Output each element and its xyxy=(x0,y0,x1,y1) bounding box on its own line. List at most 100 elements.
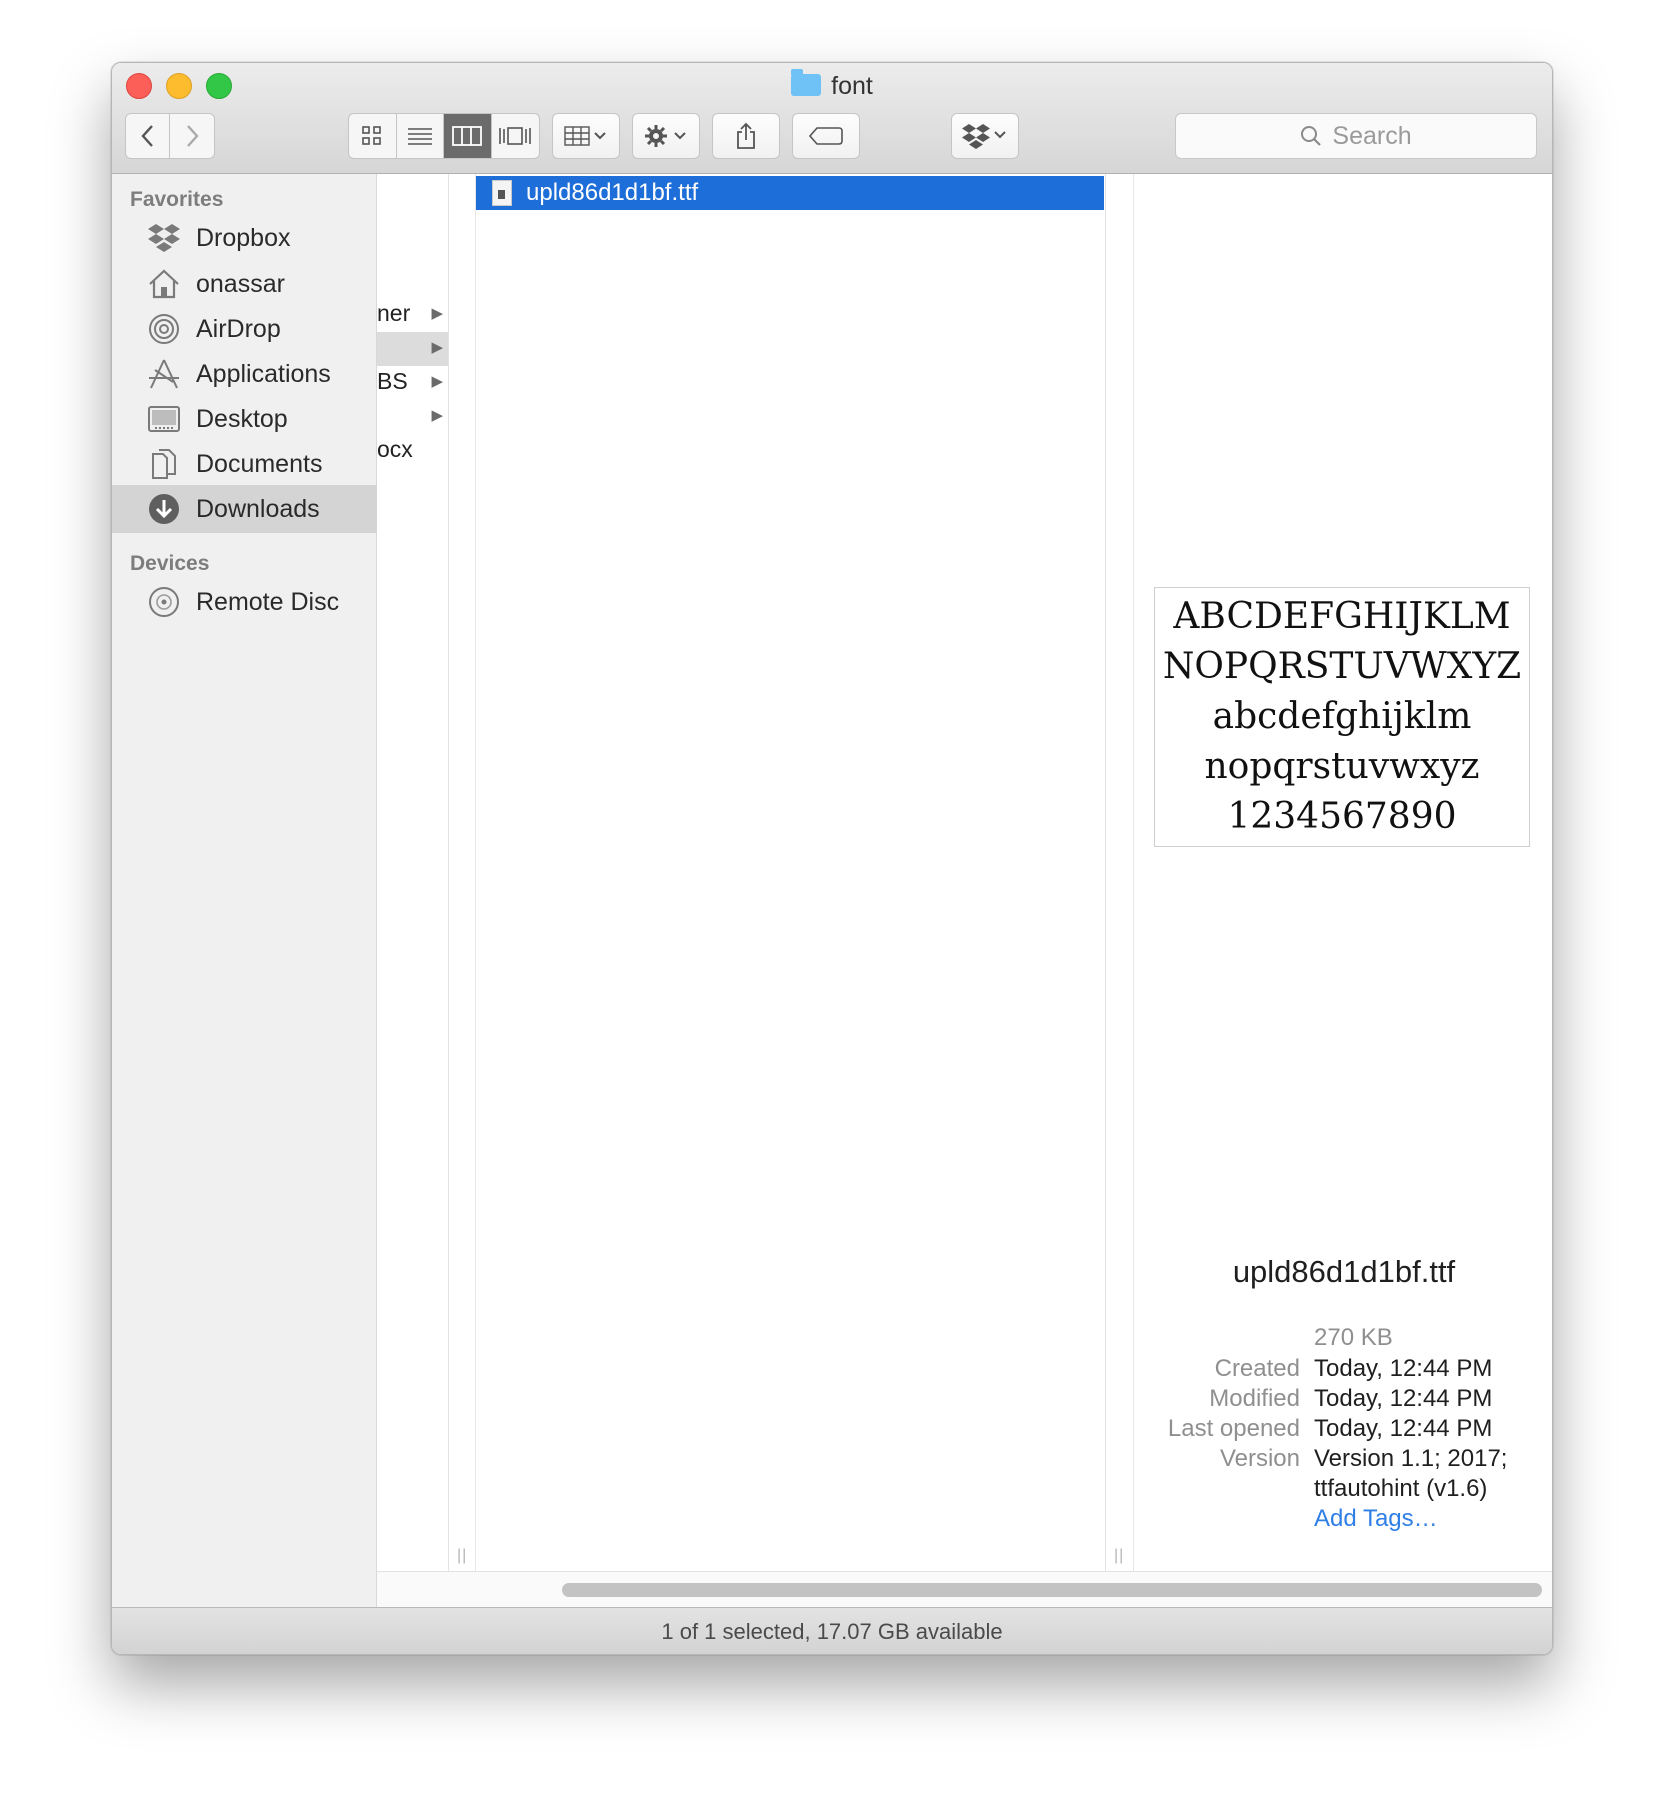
column-view-icon xyxy=(452,126,483,146)
window-title: font xyxy=(112,69,1552,103)
sidebar-item-label: onassar xyxy=(196,269,285,298)
forward-button[interactable] xyxy=(170,114,214,158)
icon-view-icon xyxy=(362,126,382,145)
disclosure-arrow-icon: ▶ xyxy=(431,373,443,390)
navigation-buttons xyxy=(125,113,215,159)
file-size: 270 KB xyxy=(1314,1324,1393,1351)
list-item[interactable]: BS ▶ xyxy=(377,366,448,400)
sidebar-item-documents[interactable]: Documents xyxy=(112,440,377,488)
meta-size: 270 KB xyxy=(1134,1324,1552,1358)
documents-icon xyxy=(146,446,182,482)
column-view-button[interactable] xyxy=(444,114,492,158)
sidebar-item-onassar[interactable]: onassar xyxy=(112,260,377,308)
status-text: 1 of 1 selected, 17.07 GB available xyxy=(661,1619,1003,1644)
file-column: upld86d1d1bf.ttf xyxy=(476,174,1106,1571)
sidebar-item-remote-disc[interactable]: Remote Disc xyxy=(112,578,377,626)
sidebar-item-downloads[interactable]: Downloads xyxy=(112,485,377,533)
file-row-selected[interactable]: upld86d1d1bf.ttf xyxy=(476,176,1104,210)
tag-icon xyxy=(809,127,843,145)
back-button[interactable] xyxy=(126,114,171,158)
sidebar-item-applications[interactable]: Applications xyxy=(112,350,377,398)
disc-icon xyxy=(146,584,182,620)
airdrop-icon xyxy=(146,311,182,347)
parent-column: ner ▶ ▶ BS ▶ ▶ ocx xyxy=(377,174,449,1571)
sidebar-item-label: Desktop xyxy=(196,404,288,433)
folder-icon xyxy=(791,69,822,96)
list-view-icon xyxy=(407,128,432,145)
gear-icon xyxy=(645,125,686,147)
cover-flow-icon xyxy=(499,127,532,145)
last-opened-value: Today, 12:44 PM xyxy=(1314,1415,1493,1442)
meta-modified: Modified Today, 12:44 PM xyxy=(1134,1385,1552,1419)
disclosure-arrow-icon: ▶ xyxy=(431,305,443,322)
meta-last-opened: Last opened Today, 12:44 PM xyxy=(1134,1415,1552,1449)
add-tags-link[interactable]: Add Tags… xyxy=(1314,1505,1438,1533)
favorites-header: Favorites xyxy=(130,188,224,211)
window-title-label: font xyxy=(831,71,873,100)
version-value: Version 1.1; 2017; xyxy=(1314,1445,1508,1472)
applications-icon xyxy=(146,356,182,392)
sidebar-item-label: Documents xyxy=(196,449,323,478)
search-icon xyxy=(1301,126,1322,146)
list-item[interactable]: ocx xyxy=(377,434,448,468)
file-name: upld86d1d1bf.ttf xyxy=(526,179,699,206)
column-divider[interactable]: || xyxy=(449,174,476,1571)
desktop-icon xyxy=(146,401,182,437)
sidebar-item-airdrop[interactable]: AirDrop xyxy=(112,305,377,353)
sidebar-item-desktop[interactable]: Desktop xyxy=(112,395,377,443)
list-view-button[interactable] xyxy=(397,114,444,158)
created-value: Today, 12:44 PM xyxy=(1314,1355,1493,1382)
arrange-button[interactable] xyxy=(552,113,620,159)
disclosure-arrow-icon: ▶ xyxy=(431,339,443,356)
icon-view-button[interactable] xyxy=(349,114,397,158)
font-sample-line: ABCDEFGHIJKLM xyxy=(1173,596,1511,637)
home-icon xyxy=(146,266,182,302)
action-button[interactable] xyxy=(632,113,700,159)
sidebar-item-label: Remote Disc xyxy=(196,587,340,616)
dropbox-button[interactable] xyxy=(951,113,1019,159)
font-file-icon xyxy=(492,180,512,206)
list-item[interactable]: ▶ xyxy=(377,400,448,434)
chevron-left-icon xyxy=(140,125,153,147)
column-divider[interactable]: || xyxy=(1106,174,1134,1571)
share-button[interactable] xyxy=(712,113,780,159)
font-sample-line: 1234567890 xyxy=(1227,796,1457,837)
view-mode-control xyxy=(348,113,540,159)
preview-pane: ABCDEFGHIJKLM NOPQRSTUVWXYZ abcdefghijkl… xyxy=(1134,174,1552,1571)
cover-flow-view-button[interactable] xyxy=(492,114,539,158)
arrange-icon xyxy=(564,126,606,146)
search-placeholder: Search xyxy=(1332,121,1412,150)
sidebar: Favorites Dropbox onassar AirDrop Applic… xyxy=(112,174,377,1607)
preview-file-name: upld86d1d1bf.ttf xyxy=(1232,1254,1456,1289)
tags-button[interactable] xyxy=(792,113,860,159)
list-item[interactable]: ▶ xyxy=(377,332,448,366)
font-sample-line: nopqrstuvwxyz xyxy=(1204,746,1480,787)
last-opened-label: Last opened xyxy=(1167,1415,1300,1442)
horizontal-scrollbar[interactable] xyxy=(377,1571,1552,1607)
modified-label: Modified xyxy=(1209,1385,1300,1412)
list-item[interactable]: ner ▶ xyxy=(377,298,448,332)
meta-version-cont: ttfautohint (v1.6) xyxy=(1134,1475,1552,1509)
sidebar-item-dropbox[interactable]: Dropbox xyxy=(112,214,377,262)
sidebar-item-label: Downloads xyxy=(196,494,320,523)
sidebar-item-label: AirDrop xyxy=(196,314,281,343)
font-sample-line: abcdefghijklm xyxy=(1212,696,1472,737)
scrollbar-thumb[interactable] xyxy=(562,1583,1542,1597)
modified-value: Today, 12:44 PM xyxy=(1314,1385,1493,1412)
column-resize-handle-icon[interactable]: || xyxy=(1114,1547,1124,1565)
devices-header: Devices xyxy=(130,552,210,575)
downloads-icon xyxy=(146,491,182,527)
meta-created: Created Today, 12:44 PM xyxy=(1134,1355,1552,1389)
meta-version: Version Version 1.1; 2017; xyxy=(1134,1445,1552,1479)
toolbar: font Search xyxy=(112,63,1552,174)
font-preview: ABCDEFGHIJKLM NOPQRSTUVWXYZ abcdefghijkl… xyxy=(1154,587,1530,847)
column-resize-handle-icon[interactable]: || xyxy=(457,1547,467,1565)
created-label: Created xyxy=(1214,1355,1300,1382)
disclosure-arrow-icon: ▶ xyxy=(431,407,443,424)
dropbox-icon xyxy=(146,220,182,256)
sidebar-item-label: Dropbox xyxy=(196,223,291,252)
version-value-cont: ttfautohint (v1.6) xyxy=(1314,1475,1488,1502)
search-field[interactable]: Search xyxy=(1175,113,1537,159)
version-label: Version xyxy=(1219,1445,1300,1472)
dropbox-icon xyxy=(962,124,1006,149)
